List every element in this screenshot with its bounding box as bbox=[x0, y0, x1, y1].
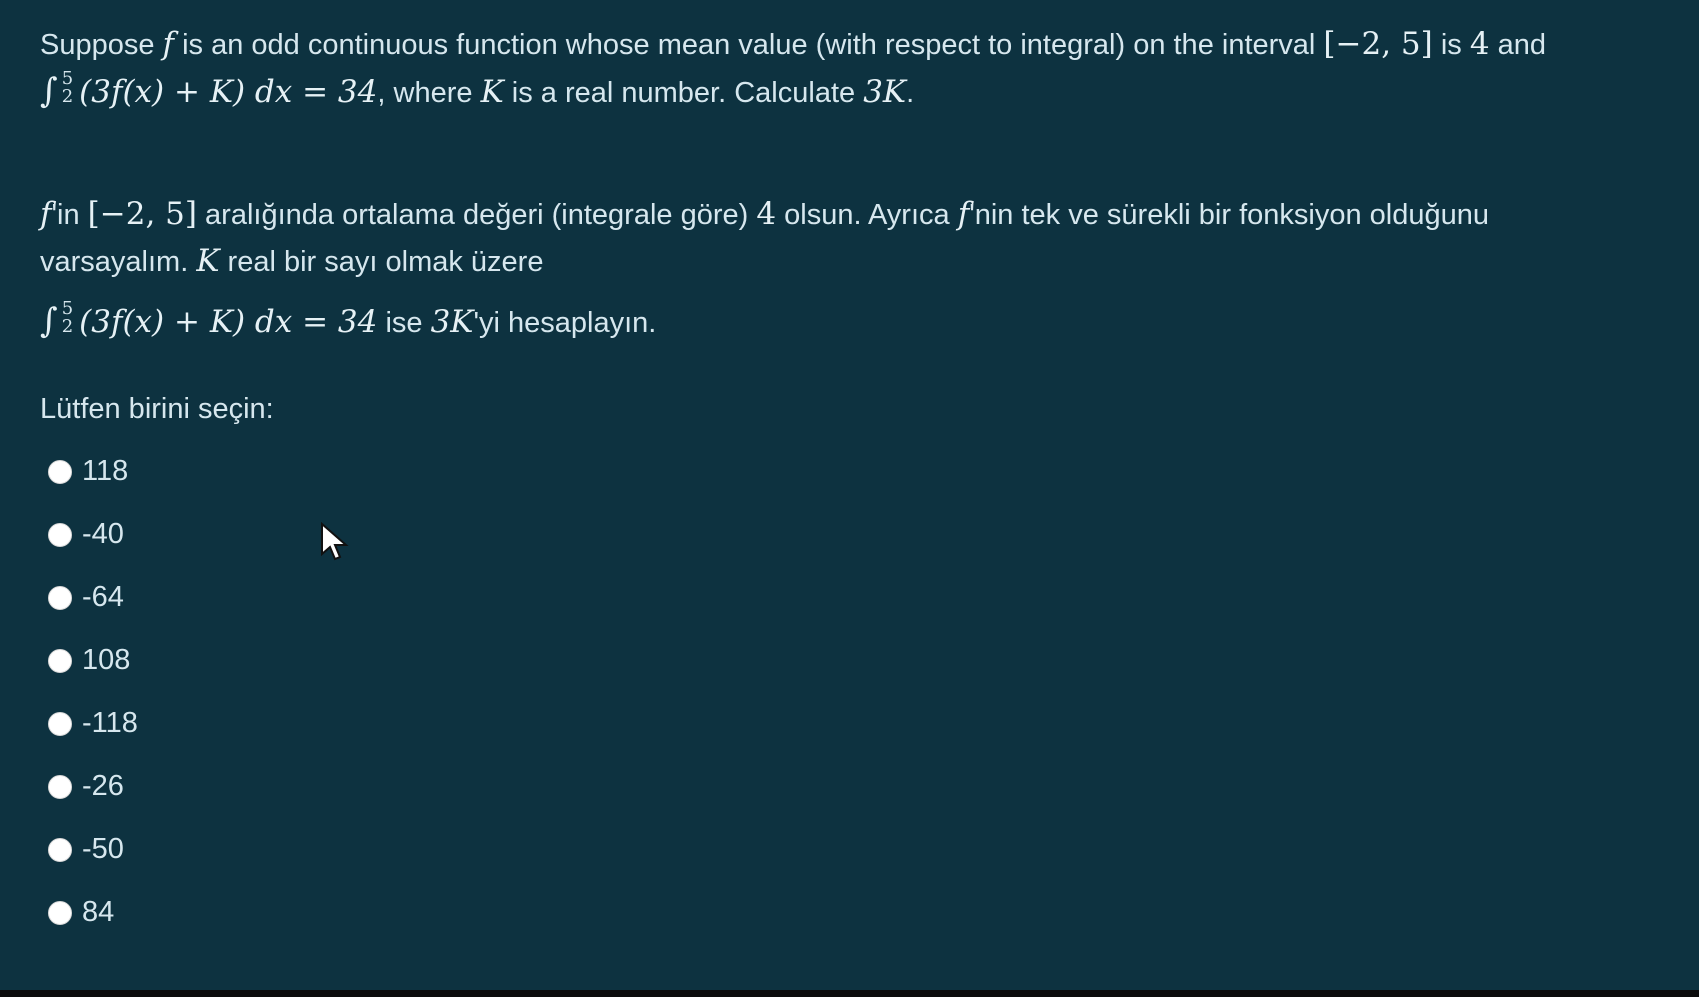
radio-button[interactable] bbox=[48, 585, 72, 610]
text-segment: Suppose bbox=[40, 29, 163, 61]
text-segment: aralığında ortalama değeri (integrale gö… bbox=[196, 199, 757, 231]
text-segment: olsun. Ayrıca bbox=[776, 199, 958, 231]
answer-option-8[interactable]: 84 bbox=[48, 881, 548, 944]
text-segment: is bbox=[1440, 29, 1470, 61]
text-segment: . bbox=[906, 77, 915, 109]
math-K: K bbox=[196, 243, 220, 279]
question-en-line-1: Suppose f is an odd continuous function … bbox=[40, 21, 1640, 68]
integral-symbol: ∫ bbox=[40, 71, 58, 111]
answer-option-label: -64 bbox=[82, 581, 124, 613]
math-f: f bbox=[40, 196, 52, 232]
integral-limits: 52 bbox=[62, 70, 73, 106]
math-integral-expression: (3f(x) + K) dx = 34 bbox=[79, 304, 378, 340]
text-segment: , where bbox=[377, 77, 481, 109]
integral-lower-limit: 2 bbox=[61, 86, 74, 108]
question-tr-line-1: f'in [−2, 5] aralığında ortalama değeri … bbox=[40, 191, 1640, 238]
radio-button[interactable] bbox=[48, 900, 72, 925]
math-interval: [−2, 5] bbox=[87, 196, 197, 232]
math-K: K bbox=[480, 74, 504, 110]
math-target: 3K bbox=[430, 304, 474, 340]
answer-option-label: 84 bbox=[82, 896, 115, 928]
text-segment: is a real number. Calculate bbox=[503, 77, 864, 109]
math-mean: 4 bbox=[756, 196, 777, 232]
math-interval: [−2, 5] bbox=[1323, 26, 1433, 62]
answer-option-label: 108 bbox=[82, 644, 131, 676]
answer-option-5[interactable]: -118 bbox=[48, 692, 548, 755]
radio-button[interactable] bbox=[48, 648, 72, 673]
math-target: 3K bbox=[863, 74, 907, 110]
answer-option-3[interactable]: -64 bbox=[48, 566, 548, 629]
question-text-tr: f'in [−2, 5] aralığında ortalama değeri … bbox=[40, 191, 1640, 285]
integral-lower-limit: 2 bbox=[61, 316, 74, 338]
question-panel: Suppose f is an odd continuous function … bbox=[0, 0, 1699, 990]
question-en-line-2: ∫ 5 2 (3f(x) + K) dx = 34, where K is a rea… bbox=[40, 68, 1640, 116]
text-segment: varsayalım. bbox=[40, 246, 197, 278]
text-segment: 'in bbox=[51, 199, 88, 231]
text-segment: is an odd continuous function whose mean… bbox=[182, 29, 1324, 61]
text-segment: 'yi hesaplayın. bbox=[473, 307, 657, 339]
answer-option-6[interactable]: -26 bbox=[48, 755, 548, 818]
question-text-en: Suppose f is an odd continuous function … bbox=[40, 21, 1640, 116]
radio-button[interactable] bbox=[48, 459, 72, 484]
math-mean: 4 bbox=[1469, 26, 1490, 62]
radio-button[interactable] bbox=[48, 837, 72, 862]
text-segment: real bir sayı olmak üzere bbox=[219, 246, 544, 278]
radio-button[interactable] bbox=[48, 522, 72, 547]
text-segment: and bbox=[1497, 29, 1546, 61]
answer-option-2[interactable]: -40 bbox=[48, 503, 548, 566]
text-segment: 'nin tek ve sürekli bir fonksiyon olduğu… bbox=[969, 199, 1489, 231]
integral-limits: 52 bbox=[62, 300, 73, 336]
answer-option-label: -26 bbox=[82, 770, 124, 802]
answer-option-1[interactable]: 118 bbox=[48, 440, 548, 503]
answer-option-label: 118 bbox=[82, 455, 129, 487]
answer-option-7[interactable]: -50 bbox=[48, 818, 548, 881]
radio-button[interactable] bbox=[48, 774, 72, 799]
math-integral-expression: (3f(x) + K) dx = 34 bbox=[79, 74, 378, 110]
question-tr-line-2: varsayalım. K real bir sayı olmak üzere bbox=[40, 238, 1640, 285]
answer-options: 118 -40 -64 108 -118 -26 -50 84 bbox=[48, 440, 548, 944]
answer-option-label: -40 bbox=[82, 518, 124, 550]
answer-option-label: -50 bbox=[82, 833, 124, 865]
select-prompt: Lütfen birini seçin: bbox=[40, 393, 274, 425]
mouse-pointer-icon bbox=[321, 522, 349, 561]
answer-option-4[interactable]: 108 bbox=[48, 629, 548, 692]
radio-button[interactable] bbox=[48, 711, 72, 736]
integral-symbol: ∫ bbox=[40, 301, 58, 341]
text-segment: ise bbox=[377, 307, 431, 339]
math-f: f bbox=[957, 196, 970, 232]
math-f: f bbox=[162, 26, 175, 62]
answer-option-label: -118 bbox=[82, 707, 138, 739]
question-tr-line-3: ∫ 5 2 (3f(x) + K) dx = 34 ise 3K'yi hesapla… bbox=[40, 298, 1640, 346]
